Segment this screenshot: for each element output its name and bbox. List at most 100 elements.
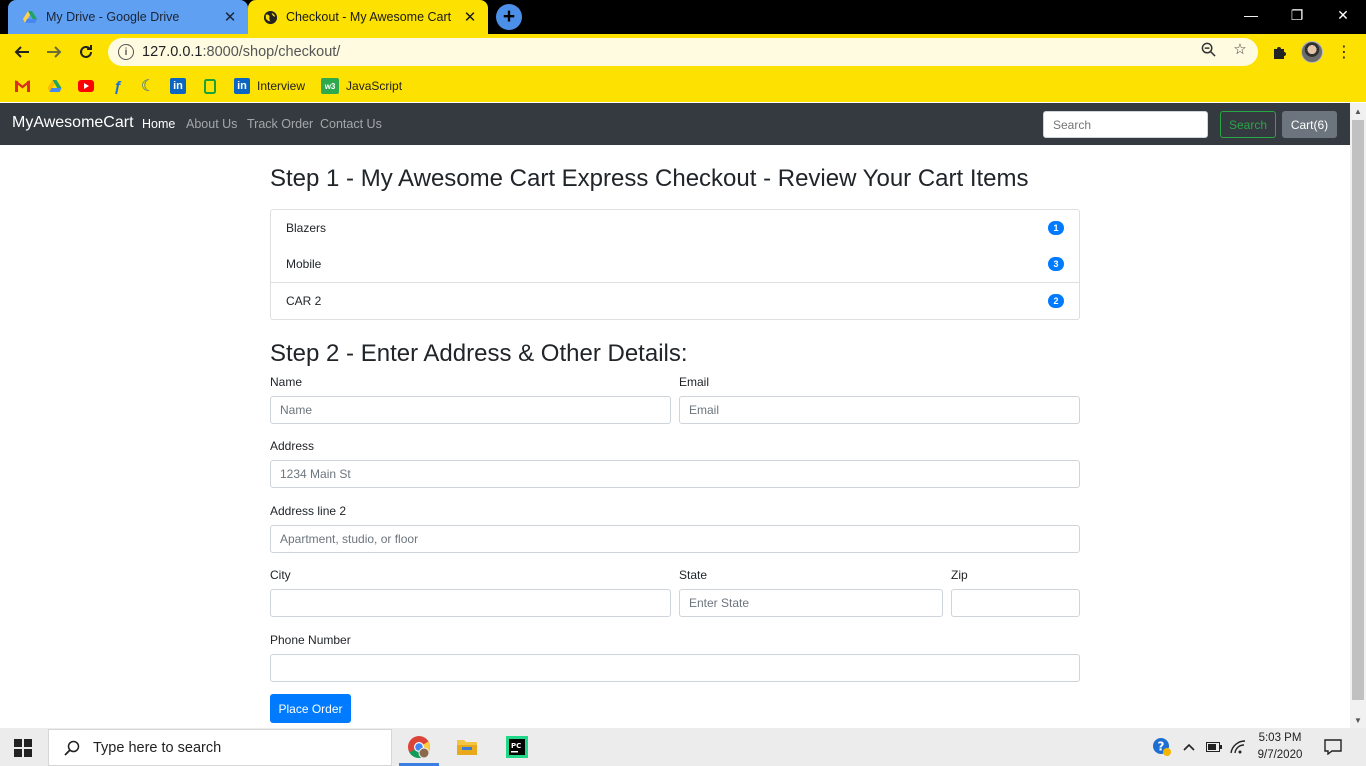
bookmark-label: Interview xyxy=(257,79,306,93)
bookmark-f[interactable]: ƒ xyxy=(110,74,126,98)
bookmark-drive[interactable] xyxy=(46,74,62,98)
browser-toolbar: i 127.0.0.1:8000/shop/checkout/ ☆ ⋮ xyxy=(0,34,1366,70)
state-field[interactable] xyxy=(679,589,943,617)
taskbar-search-box[interactable]: Type here to search xyxy=(48,729,392,766)
email-field[interactable] xyxy=(679,396,1080,424)
address-bar[interactable]: i 127.0.0.1:8000/shop/checkout/ xyxy=(108,38,1258,66)
step2-heading: Step 2 - Enter Address & Other Details: xyxy=(270,340,688,367)
new-tab-button[interactable]: + xyxy=(496,4,522,30)
tab-checkout[interactable]: Checkout - My Awesome Cart ✕ xyxy=(248,0,488,34)
address2-field[interactable] xyxy=(270,525,1080,553)
step1-heading: Step 1 - My Awesome Cart Express Checkou… xyxy=(270,165,1029,192)
f-icon: ƒ xyxy=(113,77,123,95)
windows-taskbar: Type here to search PC ? 5:03 PM 9/7/202… xyxy=(0,728,1366,766)
tab-title: My Drive - Google Drive xyxy=(46,10,180,24)
chevron-up-icon[interactable] xyxy=(1180,737,1198,757)
menu-kebab-icon[interactable]: ⋮ xyxy=(1331,39,1357,65)
nav-about-us[interactable]: About Us xyxy=(186,117,237,131)
profile-avatar[interactable] xyxy=(1299,39,1325,65)
linkedin-icon: in xyxy=(170,78,186,94)
address-field[interactable] xyxy=(270,460,1080,488)
taskbar-clock[interactable]: 5:03 PM 9/7/2020 xyxy=(1250,730,1310,764)
phone-label: Phone Number xyxy=(270,633,351,647)
google-drive-icon xyxy=(46,78,62,94)
minimize-button[interactable]: — xyxy=(1228,0,1274,30)
windows-start-icon[interactable] xyxy=(14,739,32,757)
tab-google-drive[interactable]: My Drive - Google Drive ✕ xyxy=(8,0,248,34)
scroll-up-icon[interactable]: ▲ xyxy=(1354,107,1362,116)
site-brand[interactable]: MyAwesomeCart xyxy=(12,114,134,132)
taskbar-search-text: Type here to search xyxy=(93,739,222,756)
chrome-app-icon[interactable] xyxy=(406,734,432,760)
nav-home[interactable]: Home xyxy=(142,117,175,131)
arrow-left-icon xyxy=(14,46,29,58)
cart-items-list: Blazers 1 Mobile 3 CAR 2 2 xyxy=(270,209,1080,320)
nav-track-order[interactable]: Track Order xyxy=(247,117,313,131)
bookmark-gmail[interactable] xyxy=(14,74,30,98)
scroll-down-icon[interactable]: ▼ xyxy=(1354,716,1362,725)
back-button[interactable] xyxy=(8,39,36,65)
item-name: CAR 2 xyxy=(286,294,322,308)
linkedin-icon: in xyxy=(234,78,250,94)
svg-text:PC: PC xyxy=(511,742,521,750)
bookmark-star-icon[interactable]: ☆ xyxy=(1231,40,1249,58)
bookmarks-bar: ƒ ☾ in in Interview w3 JavaScript xyxy=(0,70,1366,102)
maximize-button[interactable]: ❐ xyxy=(1274,0,1320,30)
arrow-right-icon xyxy=(47,46,62,58)
item-name: Blazers xyxy=(286,221,327,235)
tab-title: Checkout - My Awesome Cart xyxy=(286,10,452,24)
reload-button[interactable] xyxy=(72,39,100,65)
search-button[interactable]: Search xyxy=(1220,111,1276,138)
clock-time: 5:03 PM xyxy=(1258,732,1302,744)
battery-icon[interactable] xyxy=(1204,737,1224,757)
help-icon[interactable]: ? xyxy=(1152,737,1172,757)
bookmark-linkedin[interactable]: in xyxy=(170,74,186,98)
info-icon[interactable]: i xyxy=(118,44,134,60)
bookmark-youtube[interactable] xyxy=(78,74,94,98)
phone-field[interactable] xyxy=(270,654,1080,682)
list-item: Blazers 1 xyxy=(271,210,1079,246)
list-item: Mobile 3 xyxy=(271,246,1079,282)
close-window-button[interactable]: ✕ xyxy=(1320,0,1366,30)
scroll-thumb[interactable] xyxy=(1352,120,1364,700)
cart-button[interactable]: Cart(6) xyxy=(1282,111,1337,138)
google-drive-icon xyxy=(22,9,38,25)
name-field[interactable] xyxy=(270,396,671,424)
notifications-icon[interactable] xyxy=(1322,737,1344,757)
name-label: Name xyxy=(270,375,303,389)
youtube-icon xyxy=(78,78,94,94)
forward-button[interactable] xyxy=(40,39,68,65)
zip-field[interactable] xyxy=(951,589,1080,617)
email-label: Email xyxy=(679,375,710,389)
page-scrollbar[interactable]: ▲ ▼ xyxy=(1350,103,1366,728)
bookmark-interview[interactable]: in Interview xyxy=(234,74,305,98)
item-name: Mobile xyxy=(286,257,322,271)
zoom-icon[interactable] xyxy=(1199,40,1217,58)
list-item: CAR 2 2 xyxy=(271,282,1079,319)
city-label: City xyxy=(270,568,291,582)
bookmark-phone[interactable] xyxy=(202,74,218,98)
file-explorer-icon[interactable] xyxy=(454,734,480,760)
globe-icon xyxy=(262,9,278,25)
pycharm-icon[interactable]: PC xyxy=(504,734,530,760)
city-field[interactable] xyxy=(270,589,671,617)
place-order-button[interactable]: Place Order xyxy=(270,694,351,723)
bookmark-crescent[interactable]: ☾ xyxy=(140,74,156,98)
wifi-icon[interactable] xyxy=(1228,737,1248,757)
nav-contact-us[interactable]: Contact Us xyxy=(320,117,382,131)
extensions-puzzle-icon[interactable] xyxy=(1267,39,1293,65)
gmail-icon xyxy=(14,78,30,94)
clock-date: 9/7/2020 xyxy=(1257,749,1303,761)
reload-icon xyxy=(80,45,92,58)
address2-label: Address line 2 xyxy=(270,504,347,518)
tab-close-icon[interactable]: ✕ xyxy=(220,7,240,27)
search-icon xyxy=(63,739,81,757)
site-navbar: MyAwesomeCart Home About Us Track Order … xyxy=(0,103,1350,145)
browser-tab-strip: My Drive - Google Drive ✕ Checkout - My … xyxy=(0,0,1366,34)
bookmark-label: JavaScript xyxy=(346,79,403,93)
qty-badge: 2 xyxy=(1048,294,1064,308)
qty-badge: 1 xyxy=(1048,221,1064,235)
tab-close-icon[interactable]: ✕ xyxy=(460,7,480,27)
bookmark-javascript[interactable]: w3 JavaScript xyxy=(321,74,402,98)
site-search-input[interactable] xyxy=(1043,111,1208,138)
